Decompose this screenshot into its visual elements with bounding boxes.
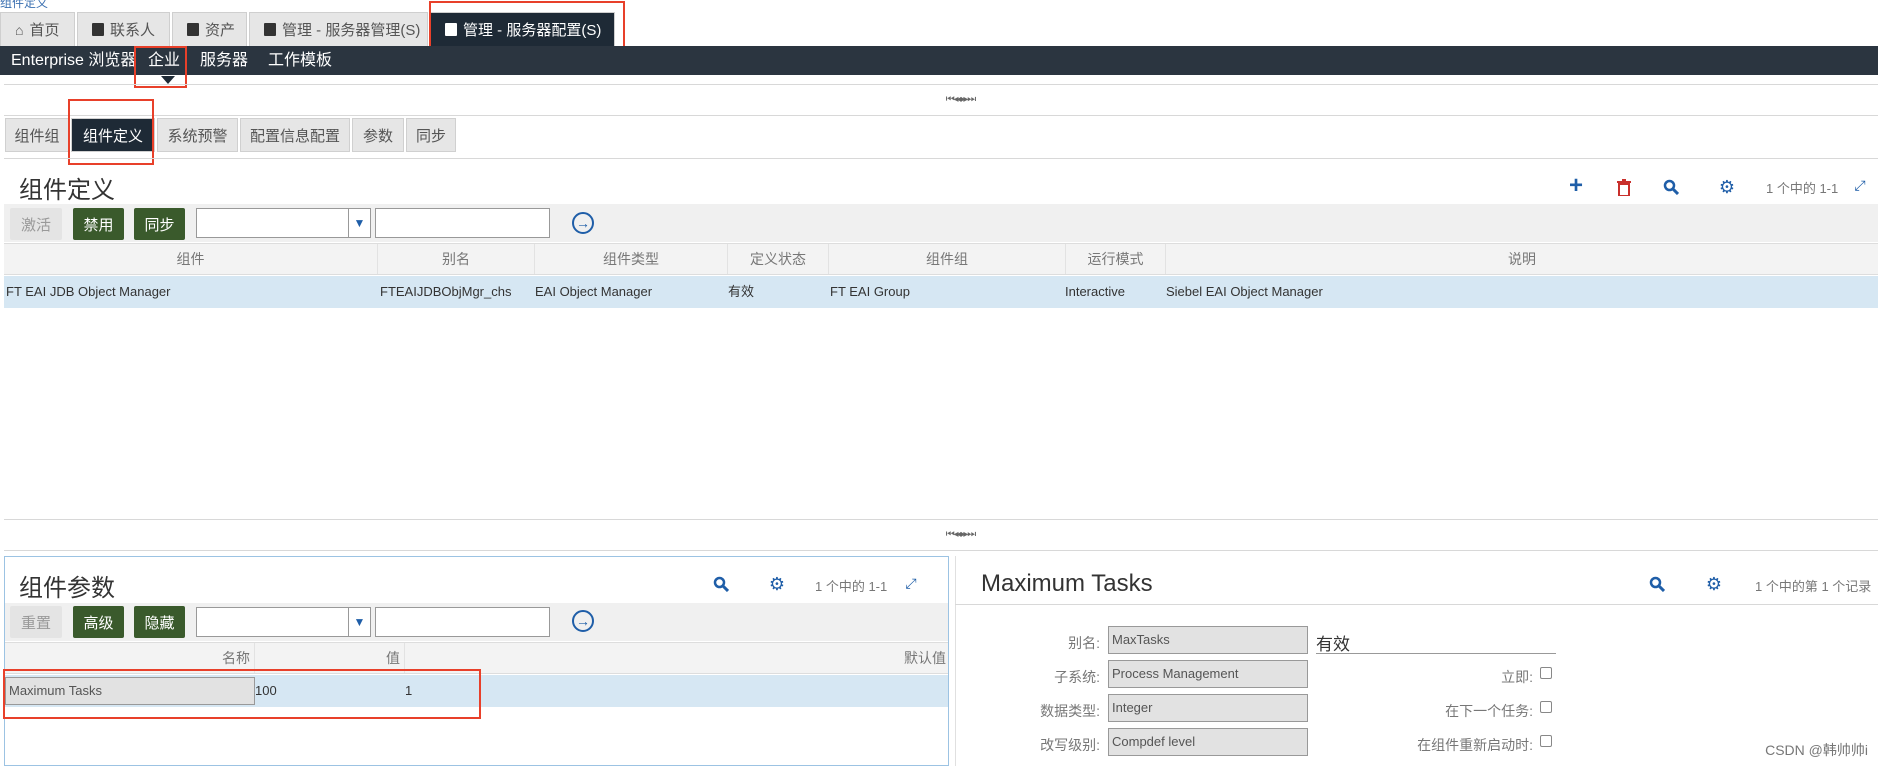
column-header[interactable]: 运行模式 (1066, 244, 1166, 274)
home-icon: ⌂ (15, 21, 24, 38)
divider (955, 604, 1878, 605)
watermark: CSDN @韩帅帅i (1765, 742, 1868, 758)
field-label: 改写级别: (1040, 737, 1100, 753)
sync-button[interactable]: 同步 (134, 208, 185, 240)
chevron-down-icon[interactable]: ▼ (348, 209, 370, 237)
column-header[interactable]: 别名 (378, 244, 535, 274)
tab-label: 首页 (29, 22, 60, 39)
highlight-box (134, 46, 187, 88)
delete-icon[interactable] (1613, 176, 1635, 198)
search-icon[interactable] (1646, 573, 1668, 595)
menu-job-templates[interactable]: 工作模板 (268, 46, 332, 75)
checkbox-label: 在下一个任务: (1445, 703, 1533, 719)
activate-button[interactable]: 激活 (10, 208, 62, 240)
record-count: 1 个中的第 1 个记录 (1755, 579, 1872, 594)
column-header[interactable]: 默认值 (405, 643, 948, 673)
cell-component[interactable]: FT EAI JDB Object Manager (6, 276, 171, 308)
field-label: 子系统: (1054, 669, 1100, 685)
status-field[interactable]: 有效 (1316, 630, 1556, 654)
highlight-box (3, 669, 481, 719)
search-icon[interactable] (1660, 176, 1682, 198)
panel-title: Maximum Tasks (981, 570, 1153, 597)
restart-checkbox[interactable] (1540, 735, 1552, 747)
alias-field[interactable]: MaxTasks (1108, 626, 1308, 654)
cell-alias[interactable]: FTEAIJDBObjMgr_chs (380, 276, 511, 308)
query-input[interactable] (375, 607, 550, 637)
menu-bar: Enterprise 浏览器 企业 服务器 工作模板 (0, 46, 1878, 75)
record-count: 1 个中的 1-1 (1766, 181, 1839, 196)
subtab-component-groups[interactable]: 组件组 (5, 118, 69, 152)
subtab-system-alerts[interactable]: 系统预警 (157, 118, 238, 152)
subtab-parameters[interactable]: 参数 (352, 118, 404, 152)
cell-run-mode[interactable]: Interactive (1065, 276, 1125, 308)
gear-icon[interactable]: ⚙ (1703, 573, 1725, 595)
cell-type[interactable]: EAI Object Manager (535, 276, 652, 308)
pager-icons[interactable]: ⏮ ◂◂ ▸▸ ⏭ (946, 529, 976, 540)
hide-button[interactable]: 隐藏 (134, 606, 185, 638)
subsystem-field[interactable]: Process Management (1108, 660, 1308, 688)
tab-label: 管理 - 服务器管理(S) (282, 22, 421, 39)
checkbox-label: 立即: (1501, 669, 1533, 685)
disable-button[interactable]: 禁用 (73, 208, 124, 240)
divider (4, 550, 1878, 551)
view-icon (187, 23, 199, 36)
cell-group[interactable]: FT EAI Group (830, 276, 910, 308)
table-header: 组件 别名 组件类型 定义状态 组件组 运行模式 说明 (4, 243, 1878, 275)
override-level-field[interactable]: Compdef level (1108, 728, 1308, 756)
tab-label: 联系人 (110, 22, 156, 39)
data-type-field[interactable]: Integer (1108, 694, 1308, 722)
reset-button[interactable]: 重置 (10, 606, 62, 638)
cell-status[interactable]: 有效 (728, 276, 754, 308)
field-select[interactable]: ▼ (196, 208, 371, 238)
field-label: 数据类型: (1040, 703, 1100, 719)
pager-controls[interactable]: ⏮ ◂◂ ▸▸ ⏭ (900, 84, 1020, 114)
column-header[interactable]: 组件类型 (535, 244, 728, 274)
expand-icon[interactable]: ⤢ (900, 572, 922, 594)
go-icon[interactable]: → (572, 212, 594, 234)
table-row[interactable]: FT EAI JDB Object Manager FTEAIJDBObjMgr… (4, 276, 1878, 308)
gear-icon[interactable]: ⚙ (766, 573, 788, 595)
column-header[interactable]: 定义状态 (728, 244, 829, 274)
checkbox-label: 在组件重新启动时: (1417, 737, 1533, 753)
tab-contacts[interactable]: 联系人 (77, 12, 170, 46)
column-header[interactable]: 组件组 (829, 244, 1066, 274)
gear-icon[interactable]: ⚙ (1716, 176, 1738, 198)
highlight-box (68, 99, 154, 165)
record-count: 1 个中的 1-1 (815, 579, 888, 594)
view-icon (264, 23, 276, 36)
column-header[interactable]: 说明 (1166, 244, 1878, 274)
breadcrumb[interactable]: 组件定义 (0, 0, 48, 11)
next-task-checkbox[interactable] (1540, 701, 1552, 713)
divider (4, 158, 1878, 159)
cell-description[interactable]: Siebel EAI Object Manager (1166, 276, 1323, 308)
column-header[interactable]: 组件 (4, 244, 378, 274)
tab-server-management[interactable]: 管理 - 服务器管理(S) (249, 12, 428, 46)
tab-label: 资产 (205, 22, 236, 39)
expand-icon[interactable]: ⤢ (1849, 174, 1871, 196)
pager-icons[interactable]: ⏮ ◂◂ ▸▸ ⏭ (946, 94, 976, 105)
advanced-button[interactable]: 高级 (73, 606, 124, 638)
tab-home[interactable]: ⌂ 首页 (0, 12, 75, 46)
query-input[interactable] (375, 208, 550, 238)
search-icon[interactable] (710, 573, 732, 595)
subtab-synchronize[interactable]: 同步 (406, 118, 456, 152)
immediate-checkbox[interactable] (1540, 667, 1552, 679)
panel-title: 组件定义 (19, 177, 115, 204)
field-select[interactable]: ▼ (196, 607, 371, 637)
chevron-down-icon[interactable]: ▼ (348, 608, 370, 636)
add-icon[interactable]: + (1565, 172, 1587, 199)
tab-assets[interactable]: 资产 (172, 12, 247, 46)
field-label: 别名: (1068, 635, 1100, 651)
go-icon[interactable]: → (572, 610, 594, 632)
menu-enterprise-explorer[interactable]: Enterprise 浏览器 (11, 46, 136, 75)
view-icon (92, 23, 104, 36)
divider (4, 115, 1878, 116)
menu-servers[interactable]: 服务器 (200, 46, 248, 75)
subtab-profile-config[interactable]: 配置信息配置 (240, 118, 350, 152)
panel-title: 组件参数 (19, 575, 115, 602)
pager-controls[interactable]: ⏮ ◂◂ ▸▸ ⏭ (900, 519, 1020, 549)
